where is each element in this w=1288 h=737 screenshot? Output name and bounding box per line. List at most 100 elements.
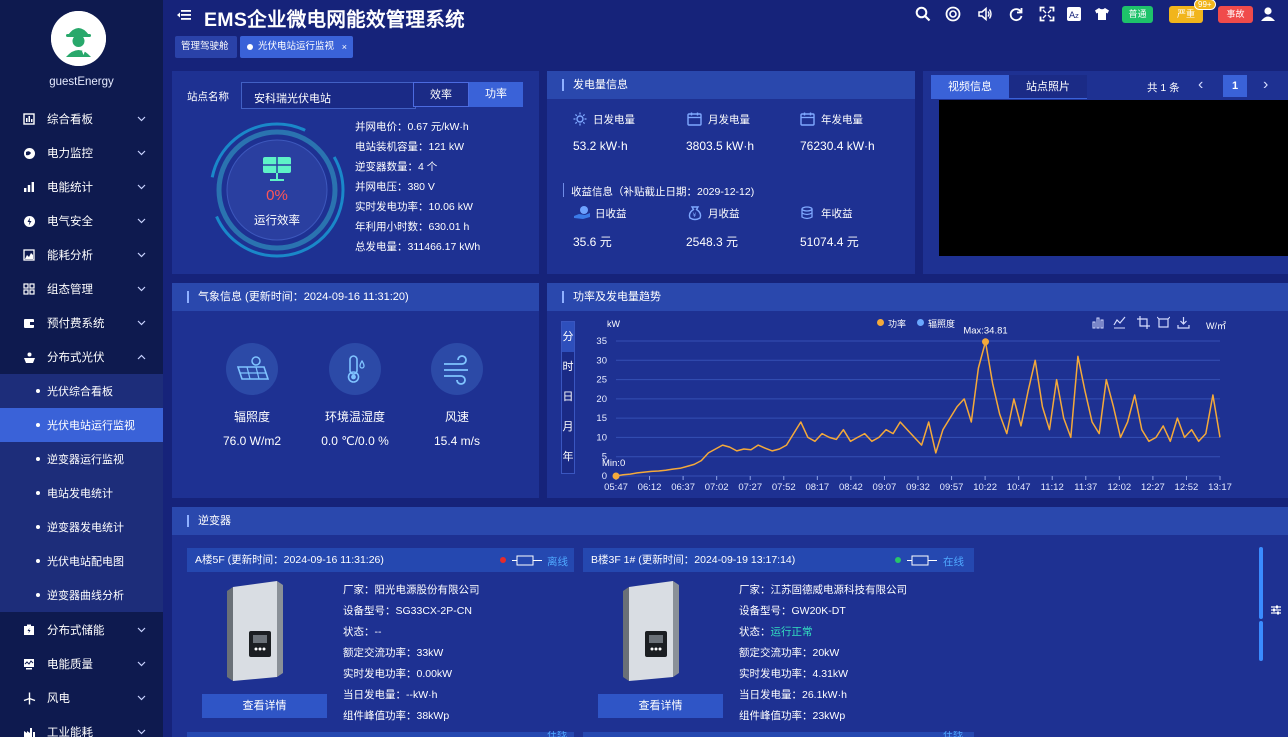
video-player[interactable] xyxy=(939,100,1288,256)
daily-income-label: 日收益 xyxy=(595,208,627,220)
x-tick-label: 07:02 xyxy=(705,482,729,493)
sub-item-label: 电站发电统计 xyxy=(47,488,113,500)
x-tick-label: 10:47 xyxy=(1007,482,1031,493)
menu-item-config-management[interactable]: 组态管理 xyxy=(0,272,163,306)
tab-station-photo[interactable]: 站点照片 xyxy=(1009,75,1087,99)
income-title: 收益信息（补贴截止日期：2029-12-12) xyxy=(571,186,755,198)
user-icon[interactable] xyxy=(1260,6,1276,22)
param-inverter-count: 逆变器数量：4 个 xyxy=(355,161,438,173)
scrollbar-thumb[interactable] xyxy=(1259,547,1263,619)
sub-item-inverter-monitor[interactable]: 逆变器运行监视 xyxy=(0,442,163,476)
menu-item-consumption-analysis[interactable]: 能耗分析 xyxy=(0,238,163,272)
x-tick-label: 09:32 xyxy=(906,482,930,493)
chevron-down-icon xyxy=(136,114,146,124)
globe-icon xyxy=(22,146,36,160)
inverter-panel: 逆变器 A楼5F (更新时间：2024-09-16 11:31:26) 离线 查… xyxy=(172,507,1288,737)
menu-item-dashboard[interactable]: 综合看板 xyxy=(0,102,163,136)
sub-item-pv-dashboard[interactable]: 光伏综合看板 xyxy=(0,374,163,408)
fullscreen-icon[interactable] xyxy=(1039,6,1055,22)
view-details-button[interactable]: 查看详情 xyxy=(598,694,723,718)
param-grid-price: 并网电价：0.67 元/kW·h xyxy=(355,121,469,133)
monthly-generation-value: 3803.5 kW·h xyxy=(686,139,755,153)
menu-item-industrial-energy[interactable]: 工业能耗 xyxy=(0,715,163,737)
view-details-button[interactable]: 查看详情 xyxy=(202,694,327,718)
header: EMS企业微电网能效管理系统 Az 普通 严重 99+ 事故 管理驾驶舱 光伏电… xyxy=(163,0,1288,62)
menu-item-power-quality[interactable]: 电能质量 xyxy=(0,647,163,681)
thermometer-icon xyxy=(329,343,381,395)
theme-shirt-icon[interactable] xyxy=(1094,6,1110,22)
inverter-realtime-power: 实时发电功率：0.00kW xyxy=(343,668,453,680)
avatar[interactable] xyxy=(51,11,106,66)
svg-text:¥: ¥ xyxy=(693,212,697,219)
menu-toggle-icon[interactable] xyxy=(177,9,191,24)
power-series-line xyxy=(615,340,1221,477)
power-toggle-button[interactable]: 功率 xyxy=(469,82,523,107)
tab-label: 光伏电站运行监视 xyxy=(258,41,335,52)
bullet-icon xyxy=(36,491,40,495)
bullet-icon xyxy=(36,593,40,597)
sub-item-distribution-diagram[interactable]: 光伏电站配电图 xyxy=(0,544,163,578)
menu-label: 分布式储能 xyxy=(47,625,105,637)
menu-label: 综合看板 xyxy=(47,114,93,126)
sub-item-inverter-generation[interactable]: 逆变器发电统计 xyxy=(0,510,163,544)
menu-label: 分布式光伏 xyxy=(47,352,105,364)
weather-panel: 气象信息 (更新时间：2024-09-16 11:31:20) 辐照度 76.0… xyxy=(172,283,539,498)
menu-label: 电能质量 xyxy=(47,659,93,671)
x-tick-label: 12:02 xyxy=(1107,482,1131,493)
factory-icon xyxy=(22,725,36,737)
active-dot-icon xyxy=(247,44,253,50)
sub-item-label: 光伏综合看板 xyxy=(47,386,113,398)
sub-item-label: 光伏电站配电图 xyxy=(47,556,124,568)
help-lifebuoy-icon[interactable] xyxy=(945,6,961,22)
wind-speed-value: 15.4 m/s xyxy=(433,434,481,448)
tab-pv-station-monitor[interactable]: 光伏电站运行监视 × xyxy=(240,36,353,58)
sub-item-station-generation[interactable]: 电站发电统计 xyxy=(0,476,163,510)
pagination-page-1[interactable]: 1 xyxy=(1223,75,1247,97)
alarm-fault-badge[interactable]: 事故 xyxy=(1218,6,1253,23)
menu-item-energy-stats[interactable]: 电能统计 xyxy=(0,170,163,204)
pagination-prev-icon[interactable]: ‹ xyxy=(1198,76,1203,94)
y-tick-label: 15 xyxy=(596,413,607,424)
solar-icon xyxy=(22,350,36,364)
filter-sliders-icon[interactable] xyxy=(1270,604,1282,619)
scrollbar-thumb-lower[interactable] xyxy=(1259,621,1263,661)
yearly-income-label: 年收益 xyxy=(821,208,853,220)
refresh-icon[interactable] xyxy=(1008,6,1024,22)
sub-item-inverter-curve[interactable]: 逆变器曲线分析 xyxy=(0,578,163,612)
system-title: EMS企业微电网能效管理系统 xyxy=(204,9,465,31)
menu-item-distributed-pv[interactable]: 分布式光伏 xyxy=(0,340,163,374)
volume-icon[interactable] xyxy=(977,6,993,22)
area-chart-icon xyxy=(22,248,36,262)
alarm-normal-badge[interactable]: 普通 xyxy=(1122,6,1153,23)
chevron-down-icon xyxy=(136,284,146,294)
x-tick-label: 12:52 xyxy=(1175,482,1199,493)
pagination-next-icon[interactable]: › xyxy=(1263,76,1268,94)
monitor-icon xyxy=(22,657,36,671)
menu-item-power-monitor[interactable]: 电力监控 xyxy=(0,136,163,170)
menu-item-wind-power[interactable]: 风电 xyxy=(0,681,163,715)
trend-panel: 功率及发电量趋势 分 时 日 月 年 功率 辐照度 kW W/㎡ 0 5 10 15 2… xyxy=(547,283,1288,498)
translate-icon[interactable]: Az xyxy=(1066,6,1082,22)
tab-cockpit[interactable]: 管理驾驶舱 xyxy=(175,36,237,58)
daily-income-value: 35.6 元 xyxy=(573,235,612,249)
sidebar: guestEnergy 综合看板 电力监控 电能统计 电气安全 能耗分析 组态管… xyxy=(0,0,163,737)
x-tick-label: 12:27 xyxy=(1141,482,1165,493)
menu-item-electrical-safety[interactable]: 电气安全 xyxy=(0,204,163,238)
search-icon[interactable] xyxy=(915,6,931,22)
panel-title: 气象信息 (更新时间：2024-09-16 11:31:20) xyxy=(198,291,409,303)
param-realtime-power: 实时发电功率：10.06 kW xyxy=(355,201,473,213)
efficiency-toggle-button[interactable]: 效率 xyxy=(413,82,469,107)
menu-item-prepaid[interactable]: 预付费系统 xyxy=(0,306,163,340)
panel-title: 发电量信息 xyxy=(573,79,628,91)
tab-video-info[interactable]: 视频信息 xyxy=(931,75,1009,99)
param-grid-voltage: 并网电压：380 V xyxy=(355,181,435,193)
station-name-select[interactable]: 安科瑞光伏电站 xyxy=(241,82,416,109)
weather-panel-header: 气象信息 (更新时间：2024-09-16 11:31:20) xyxy=(172,283,539,311)
inverter-switch-icon xyxy=(907,555,937,569)
menu-item-distributed-storage[interactable]: 分布式储能 xyxy=(0,613,163,647)
station-name-value: 安科瑞光伏电站 xyxy=(254,93,331,105)
tab-close-icon[interactable]: × xyxy=(342,36,347,58)
sub-item-pv-station-monitor[interactable]: 光伏电站运行监视 xyxy=(0,408,163,442)
menu-label: 能耗分析 xyxy=(47,250,93,262)
chevron-down-icon xyxy=(136,318,146,328)
